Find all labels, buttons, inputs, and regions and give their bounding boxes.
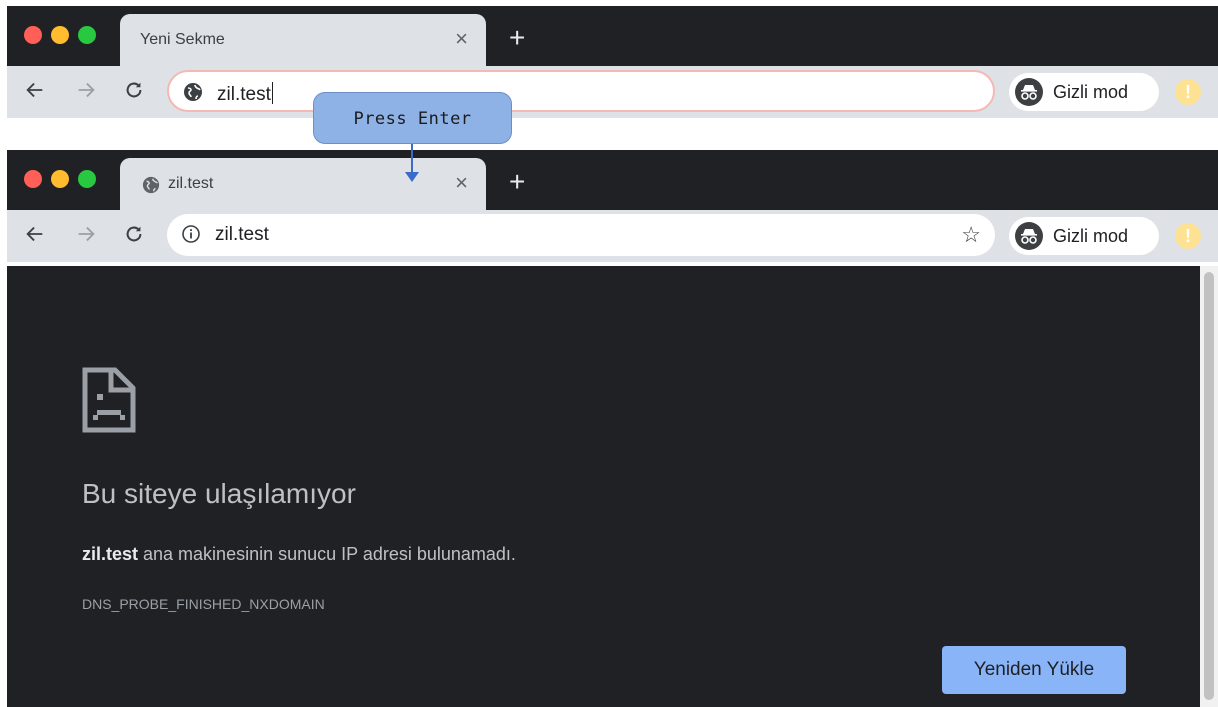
info-icon[interactable] [181,224,201,244]
incognito-badge[interactable]: Gizli mod [1009,73,1159,111]
browser-window-before: Yeni Sekme × + zil.test Gizli mod ! [7,6,1218,118]
toolbar: zil.test ☆ Gizli mod ! [7,210,1218,262]
tab-title: Yeni Sekme [140,31,225,48]
callout-label: Press Enter [353,109,472,129]
incognito-label: Gizli mod [1053,226,1129,246]
forward-button[interactable] [74,78,98,102]
reload-page-button[interactable]: Yeniden Yükle [942,646,1126,694]
error-code: DNS_PROBE_FINISHED_NXDOMAIN [82,596,325,612]
tab-title: zil.test [168,175,214,192]
minimize-window-button[interactable] [51,170,69,188]
scrollbar[interactable] [1200,266,1218,707]
tab-zil-test[interactable]: zil.test × [120,158,486,210]
toolbar: zil.test Gizli mod ! [7,66,1218,118]
new-tab-button[interactable]: + [509,168,525,196]
address-input[interactable]: zil.test [215,224,269,246]
error-page: Bu siteye ulaşılamıyor zil.test ana maki… [7,266,1200,707]
error-description: zil.test ana makinesinin sunucu IP adres… [82,544,516,565]
address-bar[interactable]: zil.test [167,70,995,112]
minimize-window-button[interactable] [51,26,69,44]
globe-icon [184,83,202,101]
incognito-icon [1015,222,1043,250]
bookmark-star-icon[interactable]: ☆ [961,222,981,248]
error-title: Bu siteye ulaşılamıyor [82,478,356,509]
back-button[interactable] [23,222,47,246]
address-input[interactable]: zil.test [217,82,273,106]
sad-page-icon [82,367,136,433]
close-window-button[interactable] [24,26,42,44]
scrollbar-thumb[interactable] [1204,272,1214,700]
forward-button[interactable] [74,222,98,246]
incognito-icon [1015,78,1043,106]
arrow-right-icon [78,82,95,98]
new-tab-button[interactable]: + [509,24,525,52]
warning-icon[interactable]: ! [1175,79,1201,105]
reload-icon [126,226,142,242]
error-description-text: ana makinesinin sunucu IP adresi bulunam… [138,544,516,564]
arrow-right-icon [78,226,95,242]
address-bar[interactable]: zil.test ☆ [167,214,995,256]
callout-arrow-head-icon [405,172,419,182]
browser-window-after: zil.test × + zil.test ☆ Gizli mod ! Bu s… [7,150,1218,707]
tab-new-tab[interactable]: Yeni Sekme × [120,14,486,66]
text-caret [271,82,273,104]
incognito-label: Gizli mod [1053,82,1129,102]
incognito-badge[interactable]: Gizli mod [1009,217,1159,255]
arrow-left-icon [26,226,43,242]
globe-icon [142,176,160,194]
close-window-button[interactable] [24,170,42,188]
reload-button[interactable] [122,222,146,246]
back-button[interactable] [23,78,47,102]
tab-strip: zil.test × + [7,150,1218,210]
warning-icon[interactable]: ! [1175,223,1201,249]
zoom-window-button[interactable] [78,170,96,188]
reload-icon [126,82,142,98]
arrow-left-icon [26,82,43,98]
press-enter-callout: Press Enter [313,92,512,144]
callout-arrow [411,144,413,172]
zoom-window-button[interactable] [78,26,96,44]
error-host: zil.test [82,544,139,564]
reload-button[interactable] [122,78,146,102]
tab-strip: Yeni Sekme × + [7,6,1218,66]
tab-close-icon[interactable]: × [455,172,468,194]
tab-close-icon[interactable]: × [455,28,468,50]
